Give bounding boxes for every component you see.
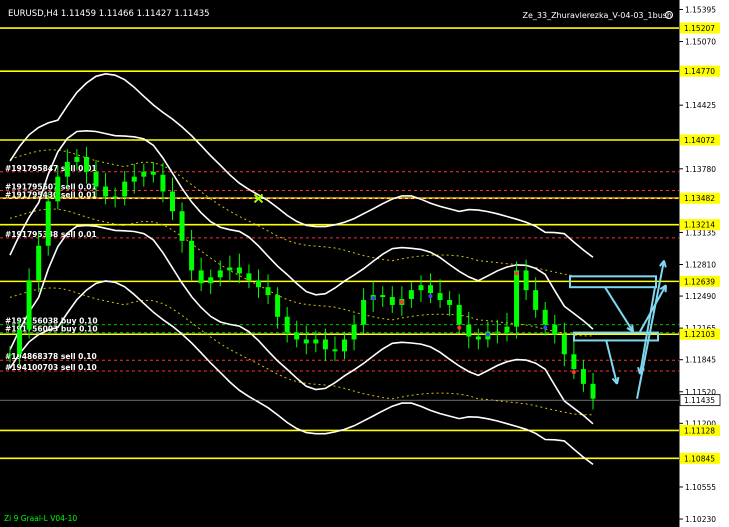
candle-body	[17, 329, 23, 355]
candle-body	[74, 156, 80, 162]
trade-marker	[514, 271, 519, 276]
candle-body	[437, 293, 443, 301]
candle-body	[141, 171, 147, 177]
candle-body	[380, 295, 386, 298]
candle-body	[523, 270, 529, 291]
candle-body	[342, 339, 348, 352]
candle-body	[103, 186, 109, 197]
axis-tick-label: 1.15070	[685, 38, 716, 47]
candle-body	[150, 171, 156, 175]
trade-marker	[457, 325, 462, 330]
level-label: 1.12103	[684, 330, 715, 339]
candle-body	[504, 326, 510, 333]
axis-tick-label: 1.13780	[685, 165, 716, 174]
candle-body	[284, 316, 290, 333]
indicator-name: Ze_33_Zhuravlerezka_V-04-03_1bush	[522, 11, 672, 20]
candle-body	[179, 211, 185, 241]
candle-body	[160, 174, 166, 192]
candle-body	[303, 339, 309, 344]
candle-body	[590, 383, 596, 399]
candle-body	[389, 297, 395, 305]
axis-tick-label: 1.14425	[685, 101, 716, 110]
candle-body	[265, 287, 271, 296]
candle-body	[83, 156, 89, 172]
level-label: 1.10845	[684, 454, 715, 463]
candle-body	[466, 324, 472, 337]
candle-body	[169, 191, 175, 212]
candle-body	[64, 161, 70, 177]
trade-marker	[371, 296, 376, 301]
candle-body	[198, 270, 204, 284]
candle-body	[131, 176, 137, 182]
candle-body	[112, 196, 118, 198]
candle-body	[494, 331, 500, 333]
candle-body	[189, 240, 195, 271]
axis-tick-label: 1.12810	[685, 261, 716, 270]
symbol-info: EURUSD,H4 1.11459 1.11466 1.11427 1.1143…	[8, 9, 210, 19]
axis-tick-label: 1.10555	[685, 483, 716, 492]
candle-body	[45, 201, 51, 246]
level-label: 1.13214	[684, 221, 715, 230]
candle-body	[122, 181, 128, 197]
candle-body	[408, 290, 414, 300]
footer-indicator-label: Zi 9 Graal-L V04-10	[4, 514, 77, 523]
candle-body	[542, 309, 548, 325]
trade-marker	[428, 294, 433, 299]
candle-body	[255, 280, 261, 288]
level-label: 1.13482	[684, 194, 715, 203]
candle-body	[533, 290, 539, 310]
candle-body	[217, 270, 223, 278]
candle-body	[418, 285, 424, 291]
axis-tick-label: 1.10230	[685, 515, 716, 524]
candle-body	[514, 270, 520, 327]
candle-body	[55, 176, 61, 202]
axis-tick-label: 1.15395	[685, 5, 716, 14]
candle-body	[571, 354, 577, 370]
trade-marker	[485, 332, 490, 337]
trade-marker	[571, 370, 576, 375]
price-chart[interactable]: #191795847 sell 0.01#191795507 sell 0.01…	[0, 0, 729, 527]
candle-body	[332, 349, 338, 352]
chart-background	[0, 0, 679, 527]
candle-body	[561, 334, 567, 355]
order-label: #194100703 sell 0.10	[5, 363, 97, 372]
chart-window[interactable]: #191795847 sell 0.01 #191795507 sell 0.01…	[0, 0, 729, 527]
candle-body	[7, 354, 13, 356]
candle-body	[236, 267, 242, 274]
candle-body	[246, 273, 252, 281]
candle-body	[36, 245, 42, 281]
trade-marker	[543, 325, 548, 330]
candle-body	[275, 295, 281, 317]
candle-body	[26, 280, 32, 330]
candle-body	[428, 285, 434, 294]
candle-body	[93, 171, 99, 187]
level-label: 1.14770	[684, 67, 715, 76]
candle-body	[580, 369, 586, 384]
candle-body	[322, 339, 328, 350]
current-price-label: 1.11435	[684, 396, 715, 405]
candle-body	[447, 300, 453, 305]
candle-body	[475, 336, 481, 340]
candle-body	[294, 332, 300, 340]
trade-marker	[399, 300, 404, 305]
candle-body	[552, 324, 558, 335]
axis-tick-label: 1.12490	[685, 292, 716, 301]
candle-body	[313, 339, 319, 344]
level-label: 1.14072	[684, 136, 715, 145]
axis-tick-label: 1.11845	[685, 356, 716, 365]
level-label: 1.15207	[684, 24, 715, 33]
candle-body	[208, 277, 214, 284]
order-label: #191795430 sell 0.01	[5, 190, 97, 199]
level-label: 1.11128	[684, 426, 715, 435]
candle-body	[456, 304, 462, 325]
candle-body	[227, 267, 233, 271]
candle-body	[361, 300, 367, 325]
level-label: 1.12639	[684, 277, 715, 286]
candle-body	[351, 324, 357, 340]
